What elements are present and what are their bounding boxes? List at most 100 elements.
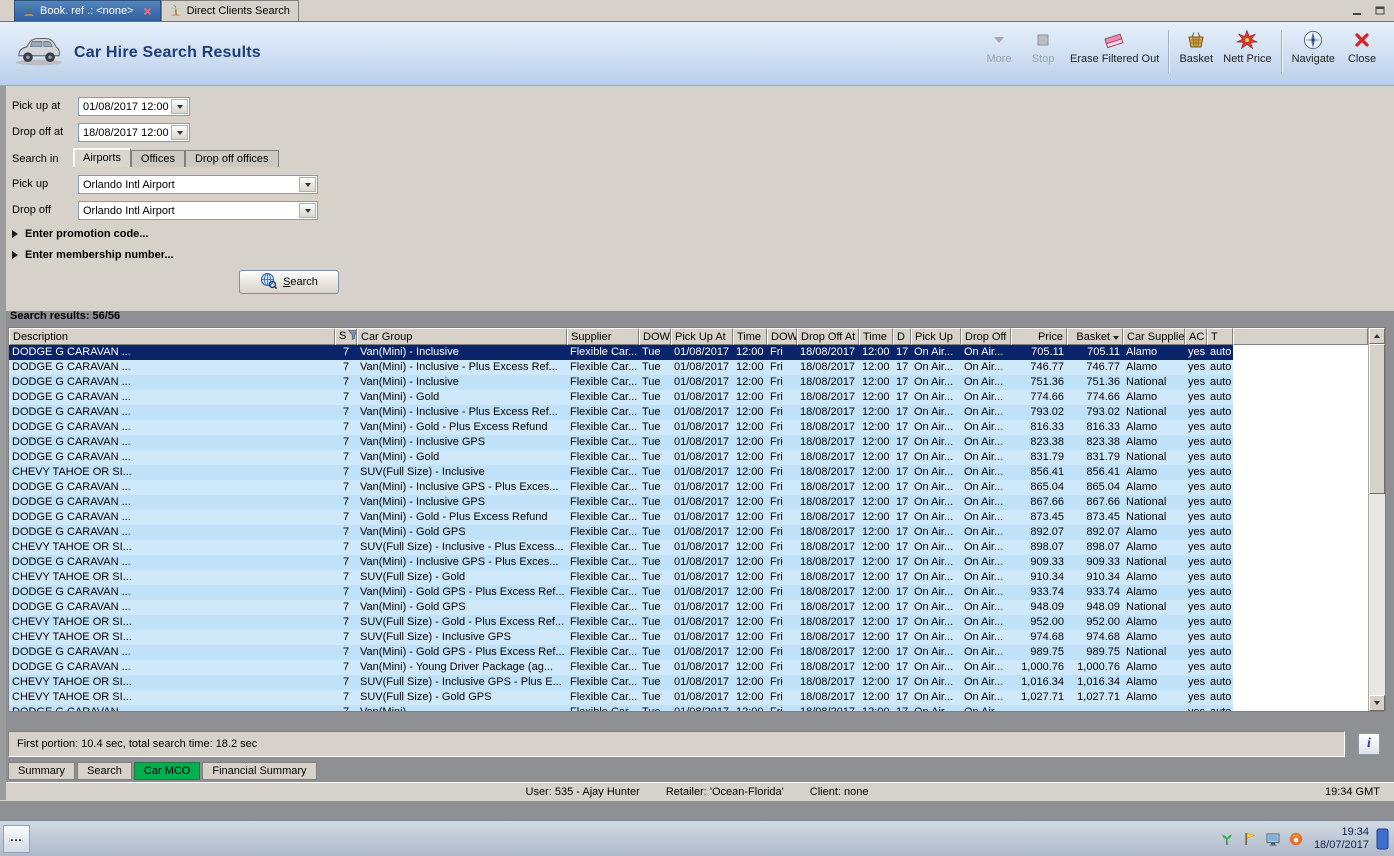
table-row[interactable]: DODGE G CARAVAN ... 7 Van(Mini) - Gold - P… xyxy=(9,510,1368,525)
table-row[interactable]: CHEVY TAHOE OR SI... 7 SUV(Full Size) - Go… xyxy=(9,690,1368,705)
cell-seats: 7 xyxy=(335,510,357,525)
table-row[interactable]: CHEVY TAHOE OR SI... 7 SUV(Full Size) - Go… xyxy=(9,615,1368,630)
dropdown-arrow-icon[interactable] xyxy=(299,203,316,218)
cell-basket: 933.74 xyxy=(1067,585,1123,600)
cell-dropoff-location: On Air... xyxy=(961,525,1011,540)
scrollbar-thumb[interactable] xyxy=(1369,344,1385,494)
toolbar-button-label: Basket xyxy=(1179,53,1214,65)
scroll-up-icon[interactable] xyxy=(1369,328,1385,344)
bottom-tab-summary[interactable]: Summary xyxy=(8,762,76,780)
table-row[interactable]: CHEVY TAHOE OR SI... 7 SUV(Full Size) - In… xyxy=(9,465,1368,480)
dropoff-location-combo[interactable]: Orlando Intl Airport xyxy=(78,201,318,220)
column-header-drop-off-at[interactable]: Drop Off At xyxy=(797,328,859,345)
scroll-down-icon[interactable] xyxy=(1369,695,1385,711)
pickup-location-combo[interactable]: Orlando Intl Airport xyxy=(78,175,318,194)
cell-dropoff-time: 12:00 xyxy=(859,390,893,405)
table-row[interactable]: DODGE G CARAVAN ... 7 Van(Mini) - ... Flexi… xyxy=(9,705,1368,711)
table-row[interactable]: DODGE G CARAVAN ... 7 Van(Mini) - Gold GPS… xyxy=(9,600,1368,615)
tray-plant-icon[interactable] xyxy=(1219,831,1235,847)
table-row[interactable]: DODGE G CARAVAN ... 7 Van(Mini) - Gold Flex… xyxy=(9,450,1368,465)
column-header-ac[interactable]: AC xyxy=(1185,328,1207,345)
dropdown-arrow-icon[interactable] xyxy=(171,125,188,140)
results-count-label: Search results: 56/56 xyxy=(10,310,121,322)
table-row[interactable]: DODGE G CARAVAN ... 7 Van(Mini) - Inclusiv… xyxy=(9,405,1368,420)
toolbar-basket-button[interactable]: Basket xyxy=(1174,28,1218,66)
tab-direct-clients-search[interactable]: Direct Clients Search xyxy=(160,0,299,21)
pickup-datetime-combo[interactable]: 01/08/2017 12:00 xyxy=(78,97,190,116)
table-row[interactable]: DODGE G CARAVAN ... 7 Van(Mini) - Inclusiv… xyxy=(9,480,1368,495)
cell-dropoff-time: 12:00 xyxy=(859,495,893,510)
column-header-pick-up[interactable]: Pick Up xyxy=(911,328,961,345)
close-tab-icon[interactable] xyxy=(143,7,152,16)
cell-pickup-location: On Air... xyxy=(911,510,961,525)
column-header-time[interactable]: Time xyxy=(733,328,767,345)
bottom-tab-car-mco[interactable]: Car MCO xyxy=(133,762,201,780)
cell-seats: 7 xyxy=(335,615,357,630)
table-row[interactable]: DODGE G CARAVAN ... 7 Van(Mini) - Gold Flex… xyxy=(9,390,1368,405)
bottom-tab-financial-summary[interactable]: Financial Summary xyxy=(202,762,317,780)
column-header-drop-off[interactable]: Drop Off xyxy=(961,328,1011,345)
column-header-dow[interactable]: DOW xyxy=(639,328,671,345)
tray-flag-icon[interactable] xyxy=(1242,831,1258,847)
column-header-pick-up-at[interactable]: Pick Up At xyxy=(671,328,733,345)
toolbar-navigate-button[interactable]: Navigate xyxy=(1287,28,1340,66)
tray-display-icon[interactable] xyxy=(1265,831,1281,847)
table-row[interactable]: DODGE G CARAVAN ... 7 Van(Mini) - Inclusiv… xyxy=(9,375,1368,390)
column-header-s[interactable]: S xyxy=(335,328,357,345)
column-header-d[interactable]: D xyxy=(893,328,911,345)
table-row[interactable]: DODGE G CARAVAN ... 7 Van(Mini) - Gold GPS… xyxy=(9,645,1368,660)
table-row[interactable]: DODGE G CARAVAN ... 7 Van(Mini) - Gold - P… xyxy=(9,420,1368,435)
table-row[interactable]: CHEVY TAHOE OR SI... 7 SUV(Full Size) - Go… xyxy=(9,570,1368,585)
toolbar-erase-filtered-out-button[interactable]: Erase Filtered Out xyxy=(1065,28,1164,66)
promotion-code-expander[interactable]: Enter promotion code... xyxy=(12,228,148,240)
filter-icon[interactable] xyxy=(348,330,356,343)
tray-browser-icon[interactable] xyxy=(1288,831,1304,847)
cell-days: 17 xyxy=(893,495,911,510)
info-button[interactable]: i xyxy=(1358,733,1380,755)
table-row[interactable]: DODGE G CARAVAN ... 7 Van(Mini) - Inclusiv… xyxy=(9,345,1368,360)
toolbar-nett-price-button[interactable]: Nett Price xyxy=(1218,28,1276,66)
dropdown-arrow-icon[interactable] xyxy=(171,99,188,114)
table-row[interactable]: CHEVY TAHOE OR SI... 7 SUV(Full Size) - In… xyxy=(9,540,1368,555)
column-header-basket[interactable]: Basket xyxy=(1067,328,1123,345)
search-in-tab-airports[interactable]: Airports xyxy=(73,148,131,167)
cell-pickup-date: 01/08/2017 xyxy=(671,675,733,690)
minimize-window-icon[interactable] xyxy=(1350,3,1366,17)
dropoff-datetime-combo[interactable]: 18/08/2017 12:00 xyxy=(78,123,190,142)
column-header-t[interactable]: T xyxy=(1207,328,1233,345)
table-row[interactable]: DODGE G CARAVAN ... 7 Van(Mini) - Inclusiv… xyxy=(9,435,1368,450)
taskbar-clock[interactable]: 19:34 18/07/2017 xyxy=(1314,826,1369,852)
column-header-time[interactable]: Time xyxy=(859,328,893,345)
table-row[interactable]: DODGE G CARAVAN ... 7 Van(Mini) - Gold GPS… xyxy=(9,525,1368,540)
table-row[interactable]: DODGE G CARAVAN ... 7 Van(Mini) - Inclusiv… xyxy=(9,555,1368,570)
taskbar-start-button[interactable]: ... xyxy=(3,825,30,853)
cell-pickup-dow: Tue xyxy=(639,615,671,630)
restore-window-icon[interactable] xyxy=(1372,3,1388,17)
column-header-supplier[interactable]: Supplier xyxy=(567,328,639,345)
toolbar-button-label: Close xyxy=(1347,53,1377,65)
search-in-tab-drop-off-offices[interactable]: Drop off offices xyxy=(184,150,279,167)
membership-number-expander[interactable]: Enter membership number... xyxy=(12,249,174,261)
status-user: User: 535 - Ajay Hunter xyxy=(525,786,640,798)
table-row[interactable]: DODGE G CARAVAN ... 7 Van(Mini) - Gold GPS… xyxy=(9,585,1368,600)
toolbar-close-button[interactable]: Close xyxy=(1340,28,1384,66)
search-button-label: Search xyxy=(283,276,318,288)
table-row[interactable]: DODGE G CARAVAN ... 7 Van(Mini) - Inclusiv… xyxy=(9,495,1368,510)
table-row[interactable]: CHEVY TAHOE OR SI... 7 SUV(Full Size) - In… xyxy=(9,630,1368,645)
search-in-tab-offices[interactable]: Offices xyxy=(130,150,185,167)
table-row[interactable]: CHEVY TAHOE OR SI... 7 SUV(Full Size) - In… xyxy=(9,675,1368,690)
table-row[interactable]: DODGE G CARAVAN ... 7 Van(Mini) - Young Dr… xyxy=(9,660,1368,675)
show-desktop-icon[interactable] xyxy=(1376,828,1389,850)
vertical-scrollbar[interactable] xyxy=(1368,328,1385,711)
column-header-car-supplier[interactable]: Car Supplier xyxy=(1123,328,1185,345)
column-header-dow[interactable]: DOW xyxy=(767,328,797,345)
column-header-price[interactable]: Price xyxy=(1011,328,1067,345)
dropdown-arrow-icon[interactable] xyxy=(299,177,316,192)
table-row[interactable]: DODGE G CARAVAN ... 7 Van(Mini) - Inclusiv… xyxy=(9,360,1368,375)
cell-seats: 7 xyxy=(335,540,357,555)
column-header-description[interactable]: Description xyxy=(9,328,335,345)
tab-booking-ref[interactable]: Book. ref .: <none> xyxy=(14,0,161,21)
search-button[interactable]: Search xyxy=(239,270,339,294)
bottom-tab-search[interactable]: Search xyxy=(77,762,132,780)
column-header-car-group[interactable]: Car Group xyxy=(357,328,567,345)
